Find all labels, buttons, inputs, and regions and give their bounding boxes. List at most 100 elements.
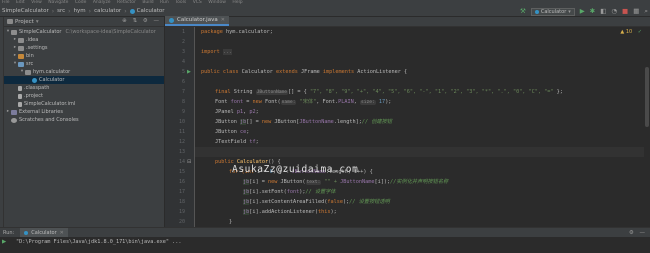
inspection-widget[interactable]: ▲ 10 ✓ — [620, 29, 642, 35]
breadcrumb: SimpleCalculator › src › hym › calculato… — [2, 8, 165, 15]
file-icon — [18, 85, 22, 91]
tree-item-external-libraries[interactable]: ▸ External Libraries — [4, 108, 164, 116]
module-file-icon — [18, 101, 22, 107]
class-icon — [32, 77, 37, 83]
close-icon[interactable]: ✕ — [221, 17, 225, 23]
build-hammer-icon[interactable]: ⚒ — [520, 6, 526, 17]
line-number: 11 — [178, 129, 185, 135]
line-number: 18 — [178, 199, 185, 205]
checkmark-icon: ✓ — [637, 29, 642, 35]
menu-run[interactable]: Run — [160, 0, 169, 5]
file-icon — [18, 93, 22, 99]
tree-item-classpath[interactable]: .classpath — [4, 84, 164, 92]
stop-icon[interactable]: ■ — [622, 6, 628, 17]
menu-build[interactable]: Build — [142, 0, 153, 5]
breadcrumb-calculator-pkg[interactable]: calculator — [94, 8, 121, 14]
tree-item-label: SimpleCalculator — [19, 29, 62, 35]
rerun-icon[interactable]: ▶ — [2, 239, 6, 245]
breadcrumb-hym[interactable]: hym — [74, 8, 86, 14]
chevron-down-icon: ▾ — [568, 8, 571, 15]
tree-item-settings[interactable]: ▸ .settings — [4, 44, 164, 52]
run-panel-actions-icon[interactable]: ⚙ — — [629, 230, 647, 236]
tree-item-project-file[interactable]: .project — [4, 92, 164, 100]
breadcrumb-project[interactable]: SimpleCalculator — [2, 8, 49, 14]
line-number: 19 — [178, 209, 185, 215]
code-line: public class Calculator extends JFrame i… — [201, 69, 408, 75]
run-tab-calculator[interactable]: Calculator ✕ — [20, 228, 68, 237]
tab-calculator-java[interactable]: Calculator.java ✕ — [165, 16, 229, 26]
class-icon — [169, 17, 174, 23]
run-console-area: ▶ "D:\Program Files\Java\jdk1.8.0_171\bi… — [0, 237, 650, 253]
warning-icon: ▲ — [620, 29, 625, 35]
line-number: 14 — [178, 159, 185, 165]
code-editor[interactable]: package hym.calculator; import ... publi… — [195, 27, 650, 227]
library-icon — [11, 109, 17, 115]
tree-item-src[interactable]: ▾ src — [4, 60, 164, 68]
tree-item-bin[interactable]: ▸ bin — [4, 52, 164, 60]
warning-count: 10 — [625, 29, 633, 35]
menu-file[interactable]: File — [2, 0, 10, 5]
tree-item-label: External Libraries — [19, 109, 63, 115]
code-line: import ... — [201, 49, 233, 55]
code-line: jb[i].addActionListener(this); — [243, 209, 337, 215]
debug-icon[interactable]: ✱ — [590, 6, 595, 17]
fold-icon[interactable]: ⊟ — [187, 157, 193, 167]
console-output: "D:\Program Files\Java\jdk1.8.0_171\bin\… — [16, 239, 182, 245]
tree-item-label: .classpath — [24, 85, 50, 91]
breadcrumb-class[interactable]: Calculator — [137, 8, 165, 14]
line-number: 10 — [178, 119, 185, 125]
class-icon — [129, 8, 135, 14]
run-configuration-select[interactable]: Calculator ▾ — [530, 7, 575, 16]
panel-actions-icon[interactable]: ⊕ ⇅ ⚙ — — [122, 18, 161, 24]
menu-code[interactable]: Code — [75, 0, 87, 5]
editor-tabs: Calculator.java ✕ — [165, 16, 650, 27]
line-number: 2 — [181, 39, 185, 45]
tree-item-root[interactable]: ▾ SimpleCalculator C:\workspace-idea\Sim… — [4, 28, 164, 36]
tab-label: Calculator.java — [177, 17, 218, 23]
menu-edit[interactable]: Edit — [16, 0, 25, 5]
tree-item-iml[interactable]: SimpleCalculator.iml — [4, 100, 164, 108]
line-number: 17 — [178, 189, 185, 195]
run-gutter-icon[interactable]: ▶ — [187, 67, 193, 77]
line-number: 13 — [178, 149, 185, 155]
menu-help[interactable]: Help — [232, 0, 242, 5]
tree-item-scratches[interactable]: Scratches and Consoles — [4, 116, 164, 124]
line-number: 5 — [181, 69, 185, 75]
coverage-icon[interactable]: ◧ — [600, 6, 606, 17]
navigation-bar: SimpleCalculator › src › hym › calculato… — [0, 6, 650, 17]
tree-item-label: Calculator — [39, 77, 65, 83]
project-panel-header: Project ▾ ⊕ ⇅ ⚙ — — [4, 17, 164, 27]
tree-item-label: .idea — [26, 37, 39, 43]
close-icon[interactable]: ✕ — [60, 230, 64, 236]
tree-item-idea[interactable]: ▸ .idea — [4, 36, 164, 44]
scrollbar-thumb[interactable] — [645, 67, 649, 127]
run-controls: ▶ — [2, 239, 12, 245]
breadcrumb-src[interactable]: src — [57, 8, 65, 14]
line-number: 16 — [178, 179, 185, 185]
search-icon[interactable]: ⌕ — [644, 6, 648, 17]
project-structure-icon[interactable]: ▦ — [633, 6, 639, 17]
code-line: jb[i] = new JButton(text: "" + JButtonNa… — [243, 179, 449, 185]
chevron-right-icon: › — [88, 7, 92, 15]
menu-vcs[interactable]: VCS — [193, 0, 202, 5]
chevron-down-icon: ▾ — [35, 18, 39, 25]
caret-line — [195, 147, 650, 157]
editor-scrollbar[interactable] — [644, 27, 650, 227]
menu-tools[interactable]: Tools — [175, 0, 186, 5]
chevron-right-icon: › — [68, 7, 71, 15]
menu-navigate[interactable]: Navigate — [48, 0, 68, 5]
project-panel-title[interactable]: Project — [15, 19, 34, 25]
menu-analyze[interactable]: Analyze — [93, 0, 111, 5]
run-icon[interactable]: ▶ — [580, 6, 585, 17]
tree-item-label: .settings — [26, 45, 48, 51]
menu-view[interactable]: View — [31, 0, 42, 5]
folder-icon — [11, 29, 17, 35]
profile-icon[interactable]: ◔ — [611, 6, 617, 17]
tree-item-package[interactable]: ▾ hym.calculator — [4, 68, 164, 76]
tree-item-calculator-class[interactable]: Calculator — [4, 76, 164, 84]
menu-window[interactable]: Window — [208, 0, 226, 5]
folder-icon — [18, 37, 24, 43]
class-icon — [534, 9, 539, 14]
menu-refactor[interactable]: Refactor — [117, 0, 136, 5]
line-number: 9 — [181, 109, 185, 115]
